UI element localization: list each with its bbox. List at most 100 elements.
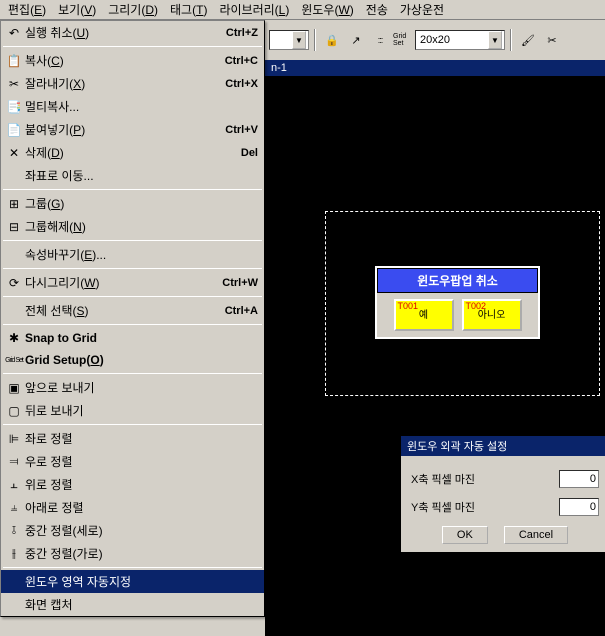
menu-item[interactable]: 📑멀티복사... — [1, 95, 264, 118]
popup-body: T001 예 T002 아니오 — [377, 293, 538, 337]
popup-yes-button[interactable]: T001 예 — [394, 299, 454, 331]
menu-item-icon: ⫠ — [5, 477, 23, 493]
menu-item[interactable]: 좌표로 이동... — [1, 164, 264, 187]
tag-label: T002 — [466, 302, 487, 312]
menu-separator — [3, 324, 262, 325]
menu-item-label: 앞으로 보내기 — [25, 379, 258, 396]
menu-library[interactable]: 라이브러리(L) — [213, 0, 295, 20]
pointer-icon[interactable]: ↗ — [345, 29, 367, 51]
menu-item-icon: ⟳ — [5, 275, 23, 291]
menu-item-shortcut: Ctrl+X — [225, 78, 258, 90]
menu-item[interactable]: ↶실행 취소(U) Ctrl+Z — [1, 21, 264, 44]
menu-item[interactable]: ⊫좌로 정렬 — [1, 427, 264, 450]
grid-dots-icon[interactable]: ::: — [369, 29, 391, 51]
menu-item-label: 그룹(G) — [25, 195, 258, 212]
lock-icon[interactable]: 🔒 — [321, 29, 343, 51]
menu-item[interactable]: 윈도우 영역 자동지정 — [1, 570, 264, 593]
toolbar: 🔒 ↗ ::: Grid Set 20x20 🖌 ✂ — [265, 25, 605, 55]
ok-button[interactable]: OK — [442, 526, 488, 544]
menu-item[interactable]: ⊞그룹(G) — [1, 192, 264, 215]
menu-item-shortcut: Ctrl+W — [222, 277, 258, 289]
menu-item-label: 다시그리기(W) — [25, 274, 210, 291]
menu-item[interactable]: 속성바꾸기(E)... — [1, 243, 264, 266]
menu-item-icon: ✱ — [5, 330, 23, 346]
menu-item-label: 속성바꾸기(E)... — [25, 246, 258, 263]
menu-item[interactable]: ⫨아래로 정렬 — [1, 496, 264, 519]
popup-title: 윈도우팝업 취소 — [377, 268, 538, 293]
menu-item-icon: ⫨ — [5, 500, 23, 516]
menu-item[interactable]: 📄붙여넣기(P)Ctrl+V — [1, 118, 264, 141]
menu-item[interactable]: ⫠위로 정렬 — [1, 473, 264, 496]
y-margin-input[interactable] — [559, 498, 599, 516]
menu-edit[interactable]: 편집(E) — [2, 0, 52, 20]
menu-item-label: 중간 정렬(세로) — [25, 522, 258, 539]
menu-item[interactable]: ✕삭제(D)Del — [1, 141, 264, 164]
menu-tag[interactable]: 태그(T) — [164, 0, 213, 20]
toolbar-combo-1[interactable] — [269, 30, 309, 50]
button-label: 예 — [419, 310, 428, 321]
menu-item-shortcut: Ctrl+Z — [226, 27, 258, 39]
menu-item-shortcut: Ctrl+C — [225, 55, 258, 67]
menu-item-icon: ⫱ — [5, 523, 23, 539]
menu-item-label: 실행 취소(U) — [25, 24, 214, 41]
menu-item[interactable]: 전체 선택(S)Ctrl+A — [1, 299, 264, 322]
menu-item-icon: ⫤ — [5, 454, 23, 470]
popup-no-button[interactable]: T002 아니오 — [462, 299, 522, 331]
menu-item-icon: ↶ — [5, 25, 23, 41]
menu-item-icon: 📑 — [5, 99, 23, 115]
menu-separator — [3, 240, 262, 241]
menu-separator — [3, 189, 262, 190]
menu-item-label: 우로 정렬 — [25, 453, 258, 470]
menu-item-label: 잘라내기(X) — [25, 75, 213, 92]
menu-view[interactable]: 보기(V) — [52, 0, 102, 20]
menu-item[interactable]: ▣앞으로 보내기 — [1, 376, 264, 399]
grid-size-combo[interactable]: 20x20 — [415, 30, 505, 50]
menu-window[interactable]: 윈도우(W) — [295, 0, 359, 20]
menu-item[interactable]: ✂잘라내기(X) Ctrl+X — [1, 72, 264, 95]
menu-item-icon — [5, 574, 23, 590]
x-margin-input[interactable] — [559, 470, 599, 488]
menu-separator — [3, 373, 262, 374]
toolbar-separator — [314, 29, 316, 51]
menu-draw[interactable]: 그리기(D) — [102, 0, 164, 20]
brush-icon[interactable]: 🖌 — [517, 29, 539, 51]
menu-item[interactable]: ⫱중간 정렬(세로) — [1, 519, 264, 542]
menu-item-label: Snap to Grid — [25, 331, 258, 345]
menu-item[interactable]: ⊟그룹해제(N) — [1, 215, 264, 238]
menu-item[interactable]: Grid SetGrid Setup(O) — [1, 349, 264, 371]
menu-item-icon: ▣ — [5, 380, 23, 396]
menu-item[interactable]: 📋복사(C)Ctrl+C — [1, 49, 264, 72]
menu-item-label: 좌표로 이동... — [25, 167, 258, 184]
cancel-button[interactable]: Cancel — [504, 526, 568, 544]
menu-item-label: 윈도우 영역 자동지정 — [25, 573, 258, 590]
grid-set-icon[interactable]: Grid Set — [393, 29, 413, 51]
menu-item-label: 전체 선택(S) — [25, 302, 213, 319]
popup-window: 윈도우팝업 취소 T001 예 T002 아니오 — [375, 266, 540, 339]
tag-label: T001 — [398, 302, 419, 312]
menu-item[interactable]: ✱Snap to Grid — [1, 327, 264, 349]
menu-item-icon — [5, 247, 23, 263]
menu-item-label: Grid Setup(O) — [25, 353, 258, 367]
menu-virtual[interactable]: 가상운전 — [394, 0, 450, 20]
menu-separator — [3, 46, 262, 47]
menu-item-icon: ⫲ — [5, 546, 23, 562]
menu-item-label: 중간 정렬(가로) — [25, 545, 258, 562]
menu-item-icon: Grid Set — [5, 352, 23, 368]
menu-item-label: 화면 캡처 — [25, 596, 258, 613]
menu-item-label: 아래로 정렬 — [25, 499, 258, 516]
menu-item-icon — [5, 168, 23, 184]
menu-item-icon: ✂ — [5, 76, 23, 92]
menu-item[interactable]: ▢뒤로 보내기 — [1, 399, 264, 422]
menu-item[interactable]: ⫤우로 정렬 — [1, 450, 264, 473]
edit-menu-dropdown: ↶실행 취소(U) Ctrl+Z 📋복사(C)Ctrl+C ✂잘라내기(X) Ctrl+… — [0, 20, 265, 617]
menu-item-icon: 📄 — [5, 122, 23, 138]
menu-item-shortcut: Del — [241, 147, 258, 159]
menu-item[interactable]: 화면 캡처 — [1, 593, 264, 616]
menu-transfer[interactable]: 전송 — [360, 0, 394, 20]
menubar: 편집(E) 보기(V) 그리기(D) 태그(T) 라이브러리(L) 윈도우(W)… — [0, 0, 605, 20]
menu-item-label: 그룹해제(N) — [25, 218, 258, 235]
menu-item-label: 위로 정렬 — [25, 476, 258, 493]
cut-icon[interactable]: ✂ — [541, 29, 563, 51]
menu-item[interactable]: ⟳다시그리기(W) Ctrl+W — [1, 271, 264, 294]
menu-item[interactable]: ⫲중간 정렬(가로) — [1, 542, 264, 565]
